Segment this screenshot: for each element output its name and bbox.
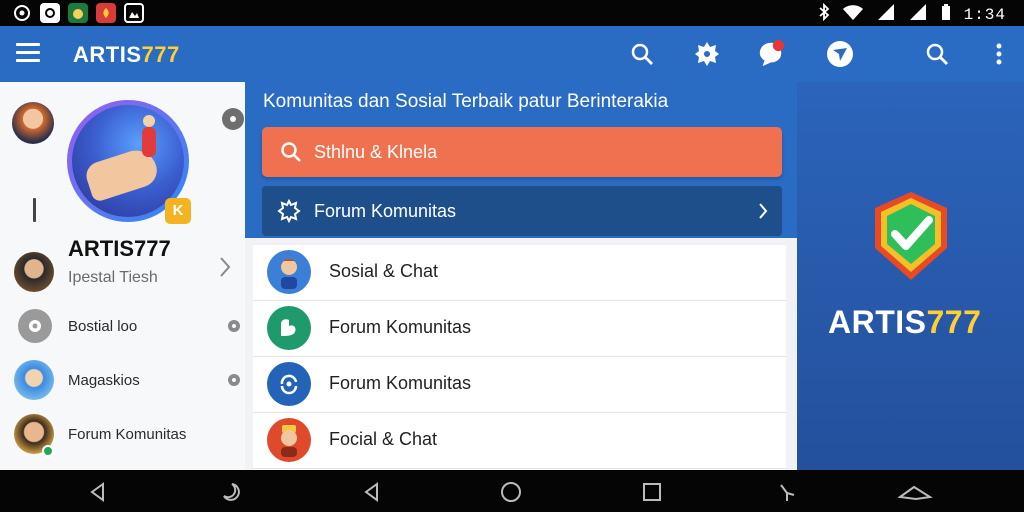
person-avatar-icon xyxy=(267,250,311,294)
gesture-icon[interactable] xyxy=(776,480,800,504)
search-icon-2[interactable] xyxy=(923,40,951,68)
person-avatar-icon xyxy=(267,418,311,462)
verified-badge: K xyxy=(165,198,191,224)
search-icon xyxy=(280,141,302,168)
chat-bubble-icon xyxy=(18,309,52,343)
settings-gear-icon[interactable] xyxy=(693,40,721,68)
wifi-icon xyxy=(842,3,864,26)
profile-subtitle: Ipestal Tiesh xyxy=(68,269,158,286)
app-bar: ARTIS777 xyxy=(0,26,1024,82)
community-gear-icon xyxy=(277,198,301,228)
list-item-label: Focial & Chat xyxy=(329,429,438,449)
gallery-icon xyxy=(124,3,144,23)
status-bar: 1:34 xyxy=(0,0,1024,26)
clock: 1:34 xyxy=(963,5,1006,24)
divider xyxy=(33,198,36,222)
drawer-item-label: Bostial loo xyxy=(68,318,138,335)
brand-main: ARTIS xyxy=(828,304,927,340)
drawer-item[interactable]: Forum Komunitas xyxy=(0,412,245,460)
drawer-item-label: Magaskios xyxy=(68,372,140,389)
list-item[interactable]: Focial & Chat xyxy=(253,413,786,469)
list-item[interactable]: Forum Komunitas xyxy=(253,301,786,357)
list-item[interactable]: Forum Komunitas xyxy=(253,357,786,413)
list-item-label: Sosial & Chat xyxy=(329,261,439,281)
chevron-right-icon xyxy=(758,202,768,225)
drawer-item[interactable]: Magaskios xyxy=(0,358,245,404)
brand-logo-text: ARTIS777 xyxy=(828,304,981,341)
refresh-community-icon xyxy=(267,362,311,406)
online-status-icon xyxy=(42,445,54,457)
list-item-label: Forum Komunitas xyxy=(329,317,472,337)
moon-icon[interactable] xyxy=(218,480,242,504)
search-bar[interactable]: Sthlnu & Klnela xyxy=(262,127,782,177)
battery-icon xyxy=(940,3,952,26)
list-item-label: Forum Komunitas xyxy=(329,373,472,393)
pin-icon xyxy=(228,374,240,386)
tagline: Komunitas dan Sosial Terbaik patur Berin… xyxy=(263,91,669,112)
navigation-icon[interactable] xyxy=(826,40,854,68)
brand-accent: 777 xyxy=(926,304,982,340)
system-nav-bar xyxy=(0,470,1024,512)
signal-icon-2 xyxy=(908,3,928,26)
game-controller-icon xyxy=(12,3,32,23)
rotate-icon[interactable] xyxy=(896,480,934,504)
drawer-item-label: Forum Komunitas xyxy=(68,426,187,443)
search-bar-label: Sthlnu & Klnela xyxy=(314,142,438,162)
avatar[interactable] xyxy=(12,102,54,144)
overflow-menu-icon[interactable] xyxy=(985,40,1013,68)
search-icon[interactable] xyxy=(628,40,656,68)
drawer-item[interactable]: Bostial loo xyxy=(0,304,245,350)
avatar xyxy=(14,360,54,400)
back-icon[interactable] xyxy=(86,480,110,504)
cat-app-icon xyxy=(68,3,88,23)
forum-komunitas-button[interactable]: Forum Komunitas xyxy=(262,186,782,236)
menu-icon[interactable] xyxy=(16,43,40,65)
avatar xyxy=(14,252,54,292)
recents-icon[interactable] xyxy=(640,480,664,504)
app-title-main: ARTIS xyxy=(73,42,142,67)
shield-check-icon xyxy=(871,190,951,287)
chat-notification-icon[interactable] xyxy=(757,40,785,68)
brand-panel: ARTIS777 xyxy=(797,82,1024,470)
home-icon[interactable] xyxy=(499,480,523,504)
app-title-accent: 777 xyxy=(141,42,180,67)
pin-icon xyxy=(228,320,240,332)
fire-app-icon xyxy=(96,3,116,23)
camera-icon xyxy=(40,3,60,23)
chat-bubble-icon[interactable] xyxy=(222,108,244,130)
main-panel: Komunitas dan Sosial Terbaik patur Berin… xyxy=(245,82,797,475)
main-header: Komunitas dan Sosial Terbaik patur Berin… xyxy=(245,82,797,238)
bluetooth-icon xyxy=(818,2,830,26)
leaf-chat-icon xyxy=(267,306,311,350)
signal-icon xyxy=(876,3,896,26)
category-list: Sosial & Chat Forum Komunitas Forum Komu… xyxy=(253,245,786,475)
profile-name: ARTIS777 xyxy=(68,236,171,261)
list-item[interactable]: Sosial & Chat xyxy=(253,245,786,301)
navigation-drawer: K ARTIS777 Ipestal Tiesh Bostial loo Mag… xyxy=(0,82,245,470)
app-title: ARTIS777 xyxy=(73,42,180,68)
chevron-right-icon[interactable] xyxy=(218,256,232,283)
back-icon-2[interactable] xyxy=(360,480,384,504)
forum-button-label: Forum Komunitas xyxy=(314,201,457,221)
